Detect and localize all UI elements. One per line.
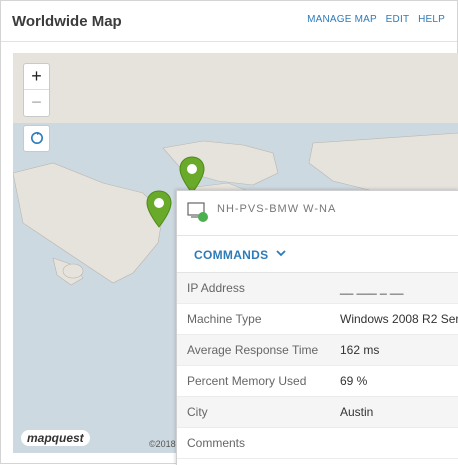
detail-value: Austin xyxy=(340,405,374,419)
detail-label: Average Response Time xyxy=(187,343,319,357)
detail-label: IP Address xyxy=(187,281,245,295)
server-status-icon xyxy=(187,202,208,222)
refresh-button[interactable] xyxy=(23,125,50,152)
edit-link[interactable]: EDIT xyxy=(386,14,409,25)
map-pin-europe[interactable] xyxy=(179,156,205,194)
detail-label: Comments xyxy=(187,436,246,450)
detail-row-machine-type: Machine Type Windows 2008 R2 Ser xyxy=(177,304,458,335)
detail-value: 69 % xyxy=(340,374,368,388)
node-popup: NH-PVS-BMW W-NA COMMANDS IP Address __ _… xyxy=(176,190,458,465)
detail-label: Machine Type xyxy=(187,312,262,326)
detail-label: Percent Memory Used xyxy=(187,374,307,388)
detail-value: 162 ms xyxy=(340,343,380,357)
commands-label[interactable]: COMMANDS xyxy=(194,248,268,262)
detail-row-response-time: Average Response Time 162 ms xyxy=(177,335,458,366)
map-copyright: ©2018 xyxy=(149,439,176,449)
popup-header: NH-PVS-BMW W-NA xyxy=(177,191,458,236)
detail-row-ip: IP Address __ ___ _ __ xyxy=(177,273,458,304)
zoom-out-button[interactable]: − xyxy=(24,89,49,115)
widget-title: Worldwide Map xyxy=(12,13,122,30)
detail-row-city: City Austin xyxy=(177,397,458,428)
chevron-down-icon[interactable] xyxy=(275,247,287,259)
header-links: MANAGE MAP EDIT HELP xyxy=(301,14,445,25)
zoom-in-button[interactable]: + xyxy=(24,64,49,89)
zoom-control: + − xyxy=(23,63,50,117)
node-name[interactable]: NH-PVS-BMW W-NA xyxy=(217,203,336,215)
detail-row-memory: Percent Memory Used 69 % xyxy=(177,366,458,397)
commands-dropdown[interactable]: COMMANDS xyxy=(177,236,458,273)
help-link[interactable]: HELP xyxy=(418,14,445,25)
manage-map-link[interactable]: MANAGE MAP xyxy=(307,14,377,25)
refresh-icon xyxy=(30,132,43,144)
detail-label: City xyxy=(187,405,208,419)
detail-value: __ ___ _ __ xyxy=(340,281,404,295)
detail-value: Windows 2008 R2 Ser xyxy=(340,312,458,326)
widget-header: Worldwide Map MANAGE MAP EDIT HELP xyxy=(1,1,457,42)
detail-row-comments: Comments xyxy=(177,428,458,459)
mapquest-logo: mapquest xyxy=(21,430,90,446)
map-pin-austin[interactable] xyxy=(146,190,172,228)
